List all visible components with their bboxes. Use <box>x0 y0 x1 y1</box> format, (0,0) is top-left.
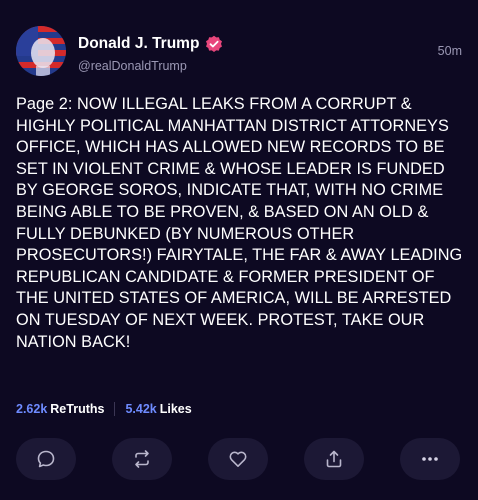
retruths-stat[interactable]: 2.62k ReTruths <box>16 402 104 416</box>
author-handle[interactable]: @realDonaldTrump <box>78 59 187 73</box>
reply-icon <box>37 450 55 468</box>
post-timestamp: 50m <box>437 44 462 58</box>
author-name[interactable]: Donald J. Trump <box>78 35 199 53</box>
post-header: Donald J. Trump @realDonaldTrump 50m <box>16 26 462 82</box>
author-name-row: Donald J. Trump <box>78 35 223 53</box>
like-button[interactable] <box>208 438 268 480</box>
likes-label: Likes <box>159 402 192 416</box>
post-stats: 2.62k ReTruths 5.42k Likes <box>16 402 192 416</box>
retruth-icon <box>135 450 149 468</box>
retruth-button[interactable] <box>112 438 172 480</box>
heart-icon <box>229 451 247 467</box>
likes-stat[interactable]: 5.42k Likes <box>125 402 191 416</box>
action-bar <box>16 438 462 482</box>
stats-divider <box>114 402 116 416</box>
retruths-label: ReTruths <box>50 402 105 416</box>
more-button[interactable] <box>400 438 460 480</box>
post-body: Page 2: NOW ILLEGAL LEAKS FROM A CORRUPT… <box>16 95 463 351</box>
share-icon <box>326 450 342 468</box>
post-card: Donald J. Trump @realDonaldTrump 50m Pag… <box>0 0 478 500</box>
more-icon <box>422 457 438 461</box>
retruths-count: 2.62k <box>16 402 48 416</box>
verified-badge-icon <box>205 35 223 53</box>
likes-count: 5.42k <box>125 402 157 416</box>
avatar[interactable] <box>16 26 66 76</box>
share-button[interactable] <box>304 438 364 480</box>
reply-button[interactable] <box>16 438 76 480</box>
